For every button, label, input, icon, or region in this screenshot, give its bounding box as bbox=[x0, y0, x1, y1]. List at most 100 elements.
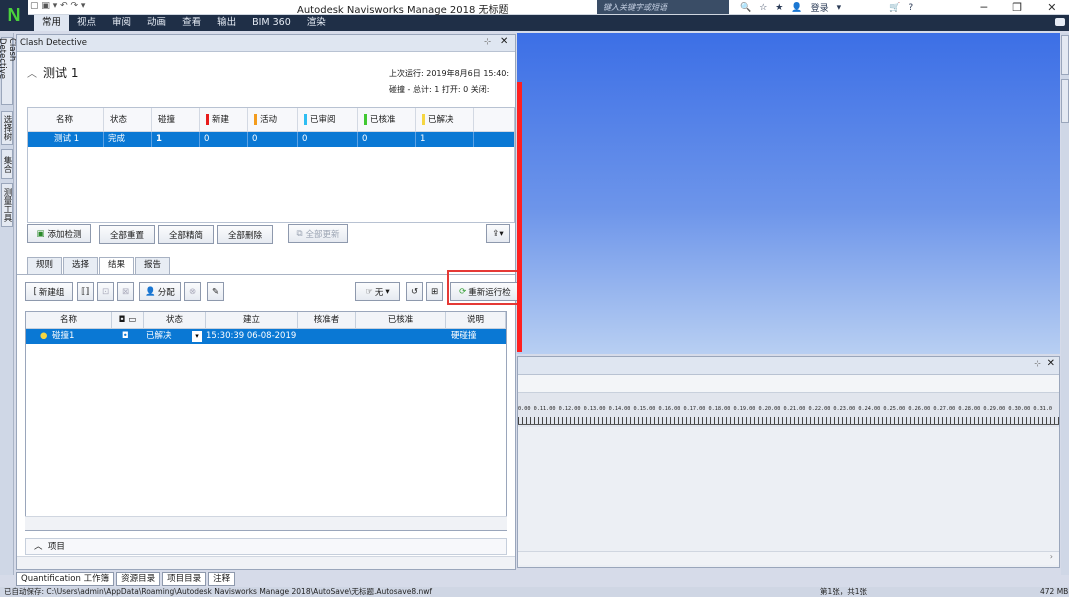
status-dropdown[interactable]: ☞ 无 ▾ bbox=[355, 282, 400, 301]
chevron-down-icon: ▾ bbox=[385, 286, 390, 297]
tab-results[interactable]: 结果 bbox=[99, 257, 135, 275]
camera-icon: ◘ bbox=[118, 315, 126, 325]
clash-status: 已解决 bbox=[146, 331, 172, 341]
col-resolved[interactable]: 已解决 bbox=[416, 108, 474, 132]
col-status[interactable]: 状态 bbox=[104, 108, 152, 132]
col-status[interactable]: 状态 bbox=[144, 312, 206, 329]
restore-icon[interactable]: ❐ bbox=[1012, 1, 1022, 14]
assign-button[interactable]: 👤 分配 bbox=[139, 282, 181, 301]
col-active[interactable]: 活动 bbox=[248, 108, 298, 132]
search-input[interactable]: 键入关键字或短语 bbox=[597, 0, 729, 14]
tab-item-catalog[interactable]: 项目目录 bbox=[162, 572, 207, 586]
ungroup-icon: ⊡ bbox=[101, 286, 110, 297]
filter-button[interactable]: ⊞ bbox=[426, 282, 443, 301]
camera-icon: ◘ bbox=[122, 331, 129, 341]
timeline-ruler[interactable] bbox=[518, 417, 1059, 425]
signin-button[interactable]: 登录 bbox=[811, 1, 829, 14]
reset-button[interactable]: ↺ bbox=[406, 282, 423, 301]
left-dock-tabs: Clash Detective 选择树 集合 测量工具 bbox=[0, 33, 17, 575]
test-row-status: 完成 bbox=[104, 132, 152, 147]
right-dock-tab[interactable] bbox=[1061, 35, 1069, 75]
dock-tab-selection-tree[interactable]: 选择树 bbox=[1, 111, 13, 145]
update-icon: ⧉ bbox=[296, 228, 303, 239]
update-all-button[interactable]: ⧉ 全部更新 bbox=[288, 224, 348, 243]
col-description[interactable]: 说明 bbox=[446, 312, 506, 329]
col-approved-by[interactable]: 核准者 bbox=[298, 312, 356, 329]
panel-hscrollbar[interactable] bbox=[17, 556, 515, 569]
tab-animation[interactable]: 动画 bbox=[139, 15, 174, 31]
ribbon-minimize-icon[interactable] bbox=[1055, 18, 1065, 26]
tab-review[interactable]: 审阅 bbox=[104, 15, 139, 31]
col-approved[interactable]: 已核准 bbox=[358, 108, 416, 132]
col-name[interactable]: 名称 bbox=[44, 108, 104, 132]
col-new[interactable]: 新建 bbox=[200, 108, 248, 132]
timeliner-toolbar bbox=[518, 375, 1059, 393]
tab-view[interactable]: 查看 bbox=[174, 15, 209, 31]
table-row[interactable]: 测试 1 完成 1 0 0 0 0 1 bbox=[28, 132, 514, 147]
tab-select[interactable]: 选择 bbox=[63, 257, 99, 274]
test-name-header[interactable]: ︿ 测试 1 bbox=[27, 64, 78, 81]
test-row-approved: 0 bbox=[358, 132, 416, 147]
panel-title: Clash Detective bbox=[20, 38, 87, 48]
col-approved[interactable]: 已核准 bbox=[356, 312, 446, 329]
table-row[interactable]: ● 碰撞1 ◘ 已解决 ▾ 15:30:39 06-08-2019 硬碰撞 bbox=[26, 329, 506, 344]
tab-home[interactable]: 常用 bbox=[34, 15, 70, 31]
results-hscrollbar[interactable] bbox=[25, 516, 507, 530]
test-row-clashes: 1 bbox=[152, 132, 200, 147]
comment-button[interactable]: ✎ bbox=[207, 282, 224, 301]
dock-tab-sets[interactable]: 集合 bbox=[1, 149, 13, 179]
test-name: 测试 1 bbox=[43, 66, 79, 80]
tab-rules[interactable]: 规则 bbox=[27, 257, 63, 274]
new-group-button[interactable]: [新建组 bbox=[25, 282, 73, 301]
dock-tab-clash-detective[interactable]: Clash Detective bbox=[0, 37, 17, 105]
clash-description: 硬碰撞 bbox=[451, 331, 477, 341]
close-icon[interactable]: ✕ bbox=[1047, 1, 1056, 14]
tab-viewpoint[interactable]: 视点 bbox=[69, 15, 104, 31]
delete-all-button[interactable]: 全部删除 bbox=[217, 225, 273, 244]
right-dock-tab[interactable] bbox=[1061, 79, 1069, 123]
quick-access-toolbar[interactable]: ▢ ▣ ▾ ↶ ↷ ▾ bbox=[30, 1, 85, 11]
tab-resource-catalog[interactable]: 资源目录 bbox=[116, 572, 161, 586]
tab-render[interactable]: 渲染 bbox=[299, 15, 334, 31]
tab-report[interactable]: 报告 bbox=[135, 257, 171, 274]
clash-subtabs: 规则 选择 结果 报告 bbox=[27, 257, 171, 275]
dock-tab-measure-tools[interactable]: 测量工具 bbox=[1, 183, 13, 227]
col-created[interactable]: 建立 bbox=[206, 312, 298, 329]
signin-dropdown-icon[interactable]: ▾ bbox=[837, 3, 842, 13]
items-section[interactable]: ︿ 项目 bbox=[25, 538, 507, 555]
tab-bim360[interactable]: BIM 360 bbox=[244, 15, 299, 31]
app-logo[interactable]: N bbox=[0, 0, 28, 31]
favorites-icon[interactable]: ★ bbox=[775, 3, 783, 13]
col-reviewed[interactable]: 已审阅 bbox=[298, 108, 358, 132]
col-clashes[interactable]: 碰撞 bbox=[152, 108, 200, 132]
add-test-button[interactable]: ▣ 添加检测 bbox=[27, 224, 91, 243]
chevron-up-icon[interactable]: ︿ bbox=[27, 69, 37, 80]
close-icon[interactable]: ✕ bbox=[500, 36, 508, 47]
help-icon[interactable]: ? bbox=[908, 3, 913, 13]
timeline-scrollbar[interactable]: › bbox=[518, 551, 1059, 565]
pin-icon[interactable]: ⊹ bbox=[1034, 359, 1041, 368]
binoculars-icon[interactable]: 🔍 bbox=[740, 3, 751, 13]
status-icon: ☞ bbox=[365, 286, 373, 297]
right-dock-tabs bbox=[1061, 33, 1069, 575]
col-name[interactable]: 名称 bbox=[26, 312, 112, 329]
status-dropdown-icon[interactable]: ▾ bbox=[192, 331, 202, 342]
3d-viewport[interactable] bbox=[517, 33, 1060, 354]
timeline-body bbox=[518, 427, 1059, 567]
pin-icon[interactable]: ⊹ bbox=[484, 37, 491, 47]
tab-output[interactable]: 输出 bbox=[209, 15, 244, 31]
import-export-button[interactable]: ⇪▾ bbox=[486, 224, 510, 243]
close-icon[interactable]: ✕ bbox=[1047, 358, 1055, 369]
compact-all-button[interactable]: 全部精简 bbox=[158, 225, 214, 244]
cart-icon[interactable]: 🛒 bbox=[889, 3, 900, 13]
reset-all-button[interactable]: 全部重置 bbox=[99, 225, 155, 244]
clash-created: 15:30:39 06-08-2019 bbox=[206, 331, 297, 341]
minimize-icon[interactable]: ─ bbox=[981, 1, 988, 14]
tab-quantification[interactable]: Quantification 工作簿 bbox=[16, 572, 115, 586]
chevron-up-icon: ︿ bbox=[34, 542, 43, 552]
subscription-icon[interactable]: ☆ bbox=[759, 3, 767, 13]
tab-comments[interactable]: 注释 bbox=[208, 572, 236, 586]
test-row-name: 测试 1 bbox=[44, 132, 104, 147]
comment-icon: ▭ bbox=[128, 315, 137, 325]
group-icon-button[interactable]: ⟦⟧ bbox=[77, 282, 94, 301]
